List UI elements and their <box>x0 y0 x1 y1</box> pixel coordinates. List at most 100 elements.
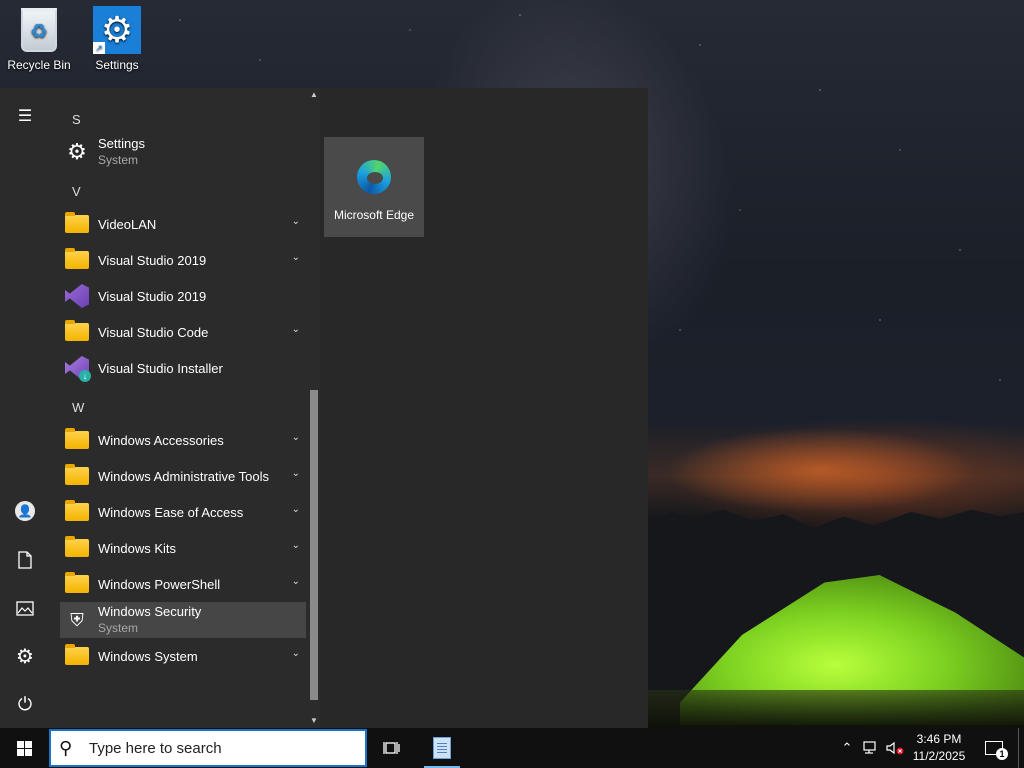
visual-studio-icon <box>65 284 89 308</box>
folder-label: Windows PowerShell <box>98 576 221 592</box>
visual-studio-installer-icon: ↓ <box>65 356 91 382</box>
documents-button[interactable] <box>0 537 50 583</box>
taskbar-search-box[interactable]: ⚲ <box>49 729 367 767</box>
folder-label: Windows Ease of Access <box>98 504 244 520</box>
clock-date: 11/2/2025 <box>912 749 966 763</box>
folder-label: Windows Accessories <box>98 432 224 448</box>
chevron-down-icon: ⌄ <box>291 432 300 443</box>
app-label: Windows Security <box>98 604 202 619</box>
folder-item-windows-administrative-tools[interactable]: Windows Administrative Tools ⌄ <box>60 458 306 494</box>
start-rail: ☰ 👤 ⚙ ⏻ <box>0 88 50 728</box>
windows-logo-icon <box>16 740 32 756</box>
letter-header-w[interactable]: W <box>72 400 84 415</box>
gear-icon: ⚙ <box>67 139 87 164</box>
desktop-icon-settings[interactable]: ⚙ ↗ Settings <box>79 4 155 72</box>
volume-button[interactable] <box>884 728 906 768</box>
start-menu: ☰ 👤 ⚙ ⏻ S ⚙ Settings System V VideoLAN ⌄… <box>0 88 648 728</box>
hamburger-icon[interactable]: ☰ <box>0 93 50 139</box>
chevron-down-icon: ⌄ <box>291 324 300 335</box>
tile-microsoft-edge[interactable]: Microsoft Edge <box>324 137 424 237</box>
notepad-icon <box>433 737 451 759</box>
task-view-icon <box>383 742 400 754</box>
folder-icon <box>65 536 89 557</box>
folder-icon <box>65 248 89 269</box>
recycle-bin-icon: ♻ <box>15 6 63 54</box>
user-icon: 👤 <box>15 501 35 521</box>
folder-item-windows-powershell[interactable]: Windows PowerShell ⌄ <box>60 566 306 602</box>
app-list-scrollbar[interactable]: ▲ ▼ <box>308 88 320 728</box>
app-item-windows-security[interactable]: ⛨ Windows Security System <box>60 602 306 638</box>
folder-item-windows-accessories[interactable]: Windows Accessories ⌄ <box>60 422 306 458</box>
folder-item-windows-kits[interactable]: Windows Kits ⌄ <box>60 530 306 566</box>
chevron-down-icon: ⌄ <box>291 576 300 587</box>
search-icon: ⚲ <box>59 737 73 758</box>
app-item-settings[interactable]: ⚙ Settings System <box>60 134 306 170</box>
letter-header-v[interactable]: V <box>72 184 81 199</box>
tile-label: Microsoft Edge <box>333 208 415 222</box>
chevron-down-icon: ⌄ <box>291 504 300 515</box>
start-button[interactable] <box>0 728 48 768</box>
folder-icon <box>65 428 89 449</box>
scrollbar-thumb[interactable] <box>310 390 318 700</box>
gear-icon: ⚙ <box>16 645 34 668</box>
app-sublabel: System <box>98 153 139 167</box>
folder-icon <box>65 500 89 521</box>
scroll-up-arrow-icon[interactable]: ▲ <box>308 88 320 102</box>
app-label: Settings <box>98 136 145 151</box>
scroll-down-arrow-icon[interactable]: ▼ <box>308 714 320 728</box>
shield-icon: ⛨ <box>70 609 84 630</box>
letter-header-s[interactable]: S <box>72 112 81 127</box>
chevron-up-icon: ⌃ <box>841 740 853 755</box>
user-account-button[interactable]: 👤 <box>0 488 50 534</box>
folder-label: VideoLAN <box>98 216 157 232</box>
power-button[interactable]: ⏻ <box>0 681 50 727</box>
show-desktop-button[interactable] <box>1018 728 1024 768</box>
document-icon <box>18 551 32 569</box>
taskbar: ⚲ ⌃ 3:46 PM 11/2/2025 <box>0 728 1024 768</box>
folder-icon <box>65 572 89 593</box>
folder-item-visual-studio-2019[interactable]: Visual Studio 2019 ⌄ <box>60 242 306 278</box>
shortcut-arrow-icon: ↗ <box>93 42 105 54</box>
app-sublabel: System <box>98 621 139 635</box>
wallpaper-grass <box>648 690 1024 730</box>
folder-item-videolan[interactable]: VideoLAN ⌄ <box>60 206 306 242</box>
notification-count-badge: 1 <box>996 748 1008 760</box>
folder-icon <box>65 320 89 341</box>
folder-item-windows-ease-of-access[interactable]: Windows Ease of Access ⌄ <box>60 494 306 530</box>
settings-button[interactable]: ⚙ <box>0 633 50 679</box>
edge-icon <box>357 160 391 194</box>
app-label: Visual Studio 2019 <box>98 288 207 304</box>
volume-muted-icon <box>886 741 904 755</box>
app-label: Visual Studio Installer <box>98 360 223 376</box>
chevron-down-icon: ⌄ <box>291 216 300 227</box>
search-input[interactable] <box>89 739 349 757</box>
pictures-icon <box>16 600 34 616</box>
settings-app-icon: ⚙ ↗ <box>93 6 141 54</box>
folder-item-windows-system[interactable]: Windows System ⌄ <box>60 638 306 674</box>
desktop-icon-recycle-bin[interactable]: ♻ Recycle Bin <box>1 4 77 72</box>
system-clock[interactable]: 3:46 PM 11/2/2025 <box>904 731 974 765</box>
power-icon: ⏻ <box>17 693 33 714</box>
show-hidden-icons-button[interactable]: ⌃ <box>836 728 858 768</box>
task-view-button[interactable] <box>372 728 412 768</box>
tile-area: Microsoft Edge <box>320 88 648 728</box>
folder-label: Visual Studio Code <box>98 324 209 340</box>
folder-item-visual-studio-code[interactable]: Visual Studio Code ⌄ <box>60 314 306 350</box>
taskbar-pinned-app[interactable] <box>420 728 464 768</box>
notification-icon: 1 <box>985 741 1008 760</box>
folder-label: Visual Studio 2019 <box>98 252 207 268</box>
action-center-button[interactable]: 1 <box>982 728 1008 768</box>
folder-icon <box>65 644 89 665</box>
clock-time: 3:46 PM <box>916 732 962 746</box>
chevron-down-icon: ⌄ <box>291 648 300 659</box>
network-button[interactable] <box>860 728 882 768</box>
app-item-visual-studio-2019[interactable]: Visual Studio 2019 <box>60 278 306 314</box>
chevron-down-icon: ⌄ <box>291 468 300 479</box>
app-item-visual-studio-installer[interactable]: ↓ Visual Studio Installer <box>60 350 306 386</box>
app-list: S ⚙ Settings System V VideoLAN ⌄ Visual … <box>50 88 308 728</box>
desktop-icon-label: Settings <box>95 58 139 72</box>
network-icon <box>863 741 876 754</box>
chevron-down-icon: ⌄ <box>291 540 300 551</box>
pictures-button[interactable] <box>0 585 50 631</box>
folder-label: Windows System <box>98 648 198 664</box>
